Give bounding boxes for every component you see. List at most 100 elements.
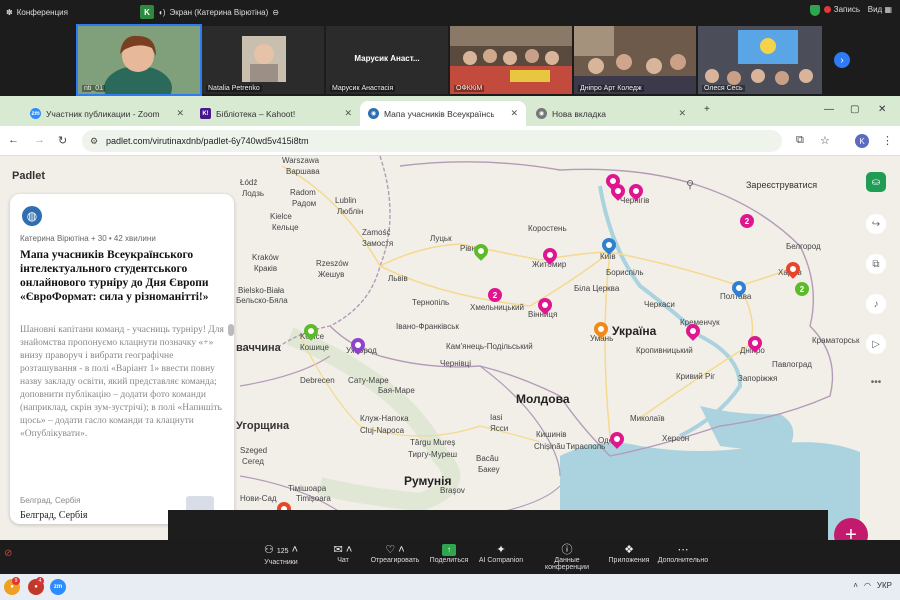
close-tab-icon[interactable]: ✕ — [344, 108, 352, 119]
map-pin-icon[interactable] — [348, 335, 368, 356]
browser-tab-new[interactable]: ◉ Нова вкладка ✕ — [528, 101, 694, 126]
padlet-side-toolbar: ⛀ ↪ ⧉ ♪ ▷ ••• — [862, 166, 890, 406]
close-window-icon[interactable]: ✕ — [878, 104, 886, 115]
padlet-logo[interactable]: Padlet — [12, 170, 45, 182]
card-scrollbar[interactable] — [228, 324, 234, 336]
map-cluster-pin[interactable]: 2 — [795, 282, 809, 300]
padlet-remake-icon[interactable]: ⛀ — [866, 172, 886, 192]
map-pin-icon[interactable] — [535, 295, 555, 316]
participant-video-strip: nti_01 Natalia Petrenko Марусик Анаст...… — [0, 24, 900, 96]
forward-arrow-icon[interactable]: → — [34, 134, 45, 146]
map-pin-icon[interactable] — [591, 319, 611, 340]
browser-tab-kahoot[interactable]: K! Бібліотека – Kahoot! ✕ — [192, 101, 360, 126]
signup-link[interactable]: Зареєструватися — [746, 180, 817, 190]
map-pin-icon[interactable] — [626, 181, 646, 202]
site-info-icon[interactable]: ⚙ — [90, 136, 98, 147]
map-city-label: Львів — [388, 274, 408, 283]
install-app-icon[interactable]: ⧉ — [796, 134, 804, 147]
participant-video-icon — [450, 26, 572, 94]
map-city-label: Белгород — [786, 242, 821, 251]
map-city-label: Сату-Маре — [348, 376, 389, 385]
language-indicator[interactable]: УКР — [877, 581, 892, 590]
zoom-meeting-toolbar: ⊘ ⚇ 125 ˄ Участники ✉ ˄ Чат ♡ ˄ Отреагир… — [0, 540, 900, 574]
participant-tile[interactable]: nti_01 — [76, 24, 202, 96]
close-tab-icon[interactable]: ✕ — [176, 108, 184, 119]
more-options-icon[interactable]: ⊖ — [272, 8, 279, 17]
post-card[interactable]: ◍ Катерина Вірютіна + 30 • 42 хвилини Ма… — [10, 194, 234, 524]
more-dots-icon[interactable]: ••• — [866, 372, 886, 392]
participant-tile[interactable]: Дніпро Арт Коледж — [574, 26, 696, 94]
participant-tile[interactable]: Олеся Сесь — [698, 26, 822, 94]
ai-companion-button[interactable]: ✦ AI Companion — [466, 543, 536, 564]
participant-tile[interactable]: ОФККіМ — [450, 26, 572, 94]
sharer-avatar: K — [140, 5, 154, 19]
participant-tile[interactable]: Natalia Petrenko — [202, 26, 324, 94]
map-city-label: Ясси — [490, 424, 509, 433]
map-pin-icon[interactable] — [607, 429, 627, 450]
address-bar[interactable]: ⚙ padlet.com/virutinaxdnb/padlet-6y740wd… — [82, 130, 782, 152]
meeting-info-button[interactable]: ⓘ Данные конференции — [532, 543, 602, 571]
globe-icon: ◍ — [22, 206, 42, 226]
reload-icon[interactable]: ↻ — [58, 134, 67, 147]
participants-button[interactable]: ⚇ 125 ˄ Участники — [246, 543, 316, 566]
shield-icon[interactable] — [810, 5, 820, 16]
map-pin-icon[interactable] — [729, 278, 749, 299]
share-icon[interactable]: ↪ — [866, 214, 886, 234]
map-pin-icon[interactable] — [471, 241, 491, 262]
map-city-label: Черкаси — [644, 300, 675, 309]
close-tab-icon[interactable]: ✕ — [510, 108, 518, 119]
map-pin-icon[interactable] — [683, 321, 703, 342]
copy-icon[interactable]: ⧉ — [866, 254, 886, 274]
map-pin-icon[interactable] — [301, 321, 321, 342]
map-city-label: Кишинів — [536, 430, 567, 439]
maximize-icon[interactable]: ▢ — [850, 104, 859, 115]
recording-indicator[interactable]: Запись — [823, 5, 860, 14]
map-pin-icon[interactable] — [608, 181, 628, 202]
participant-video-icon — [698, 26, 822, 94]
map-city-label: Бая-Маре — [378, 386, 415, 395]
map-city-label: Кам'янець-Подільський — [446, 342, 533, 351]
new-tab-icon[interactable]: + — [704, 104, 710, 115]
view-menu[interactable]: Вид ▦ — [868, 5, 892, 14]
map-cluster-pin[interactable]: 2 — [488, 288, 502, 306]
chevron-up-icon[interactable]: ˄ — [853, 581, 858, 590]
zoom-taskbar-icon[interactable]: zm — [50, 579, 66, 595]
map-city-label: Тімішоара — [288, 484, 327, 493]
more-button[interactable]: ⋯ Дополнительно — [648, 543, 718, 564]
cluster-count: 2 — [795, 282, 809, 296]
profile-avatar[interactable]: K — [855, 134, 869, 148]
next-participants-button[interactable]: › — [834, 52, 850, 68]
map-pin-icon[interactable] — [599, 235, 619, 256]
map-pin-head — [745, 333, 765, 353]
search-icon[interactable]: ⚲ — [686, 178, 694, 191]
url-text: padlet.com/virutinaxdnb/padlet-6y740wd5v… — [106, 136, 309, 146]
participant-tile[interactable]: Марусик Анаст... Марусик Анастасія — [326, 26, 448, 94]
map-pin-icon[interactable] — [783, 259, 803, 280]
map-country-label: Молдова — [516, 392, 570, 406]
wifi-icon[interactable]: ◠ — [864, 581, 871, 590]
map-city-label: Варшава — [286, 167, 320, 176]
map-city-label: Zamość — [362, 228, 391, 237]
map-pin-icon[interactable] — [745, 333, 765, 354]
menu-dots-icon[interactable]: ⋮ — [882, 134, 893, 147]
slideshow-icon[interactable]: ▷ — [866, 334, 886, 354]
back-arrow-icon[interactable]: ← — [8, 134, 19, 146]
close-tab-icon[interactable]: ✕ — [678, 108, 686, 119]
map-pin-icon[interactable] — [540, 245, 560, 266]
map-city-label: Сегед — [242, 457, 264, 466]
map-cluster-pin[interactable]: 2 — [740, 214, 754, 232]
mic-muted-icon[interactable]: ⊘ — [4, 548, 12, 559]
post-location: Белград, Сербія — [20, 510, 88, 521]
map-city-label: Тиргу-Муреш — [408, 450, 458, 459]
map-pin-head — [535, 295, 555, 315]
map-city-label: Павлоград — [772, 360, 812, 369]
bookmark-star-icon[interactable]: ☆ — [820, 134, 830, 147]
browser-tab-zoom[interactable]: zm Участник публикации - Zoom ✕ — [22, 101, 192, 126]
info-icon: ⓘ — [561, 544, 573, 556]
screen-share-indicator[interactable]: K ◖) Экран (Катерина Вірютіна) ⊖ — [140, 4, 279, 20]
map-city-label: Бакеу — [478, 465, 500, 474]
toolbar-label: Данные конференции — [544, 557, 590, 571]
browser-tab-padlet[interactable]: ◉ Мапа учасників Всеукраїнськ ✕ — [360, 101, 526, 126]
minimize-icon[interactable]: — — [824, 104, 834, 115]
bell-icon[interactable]: ♪ — [866, 294, 886, 314]
